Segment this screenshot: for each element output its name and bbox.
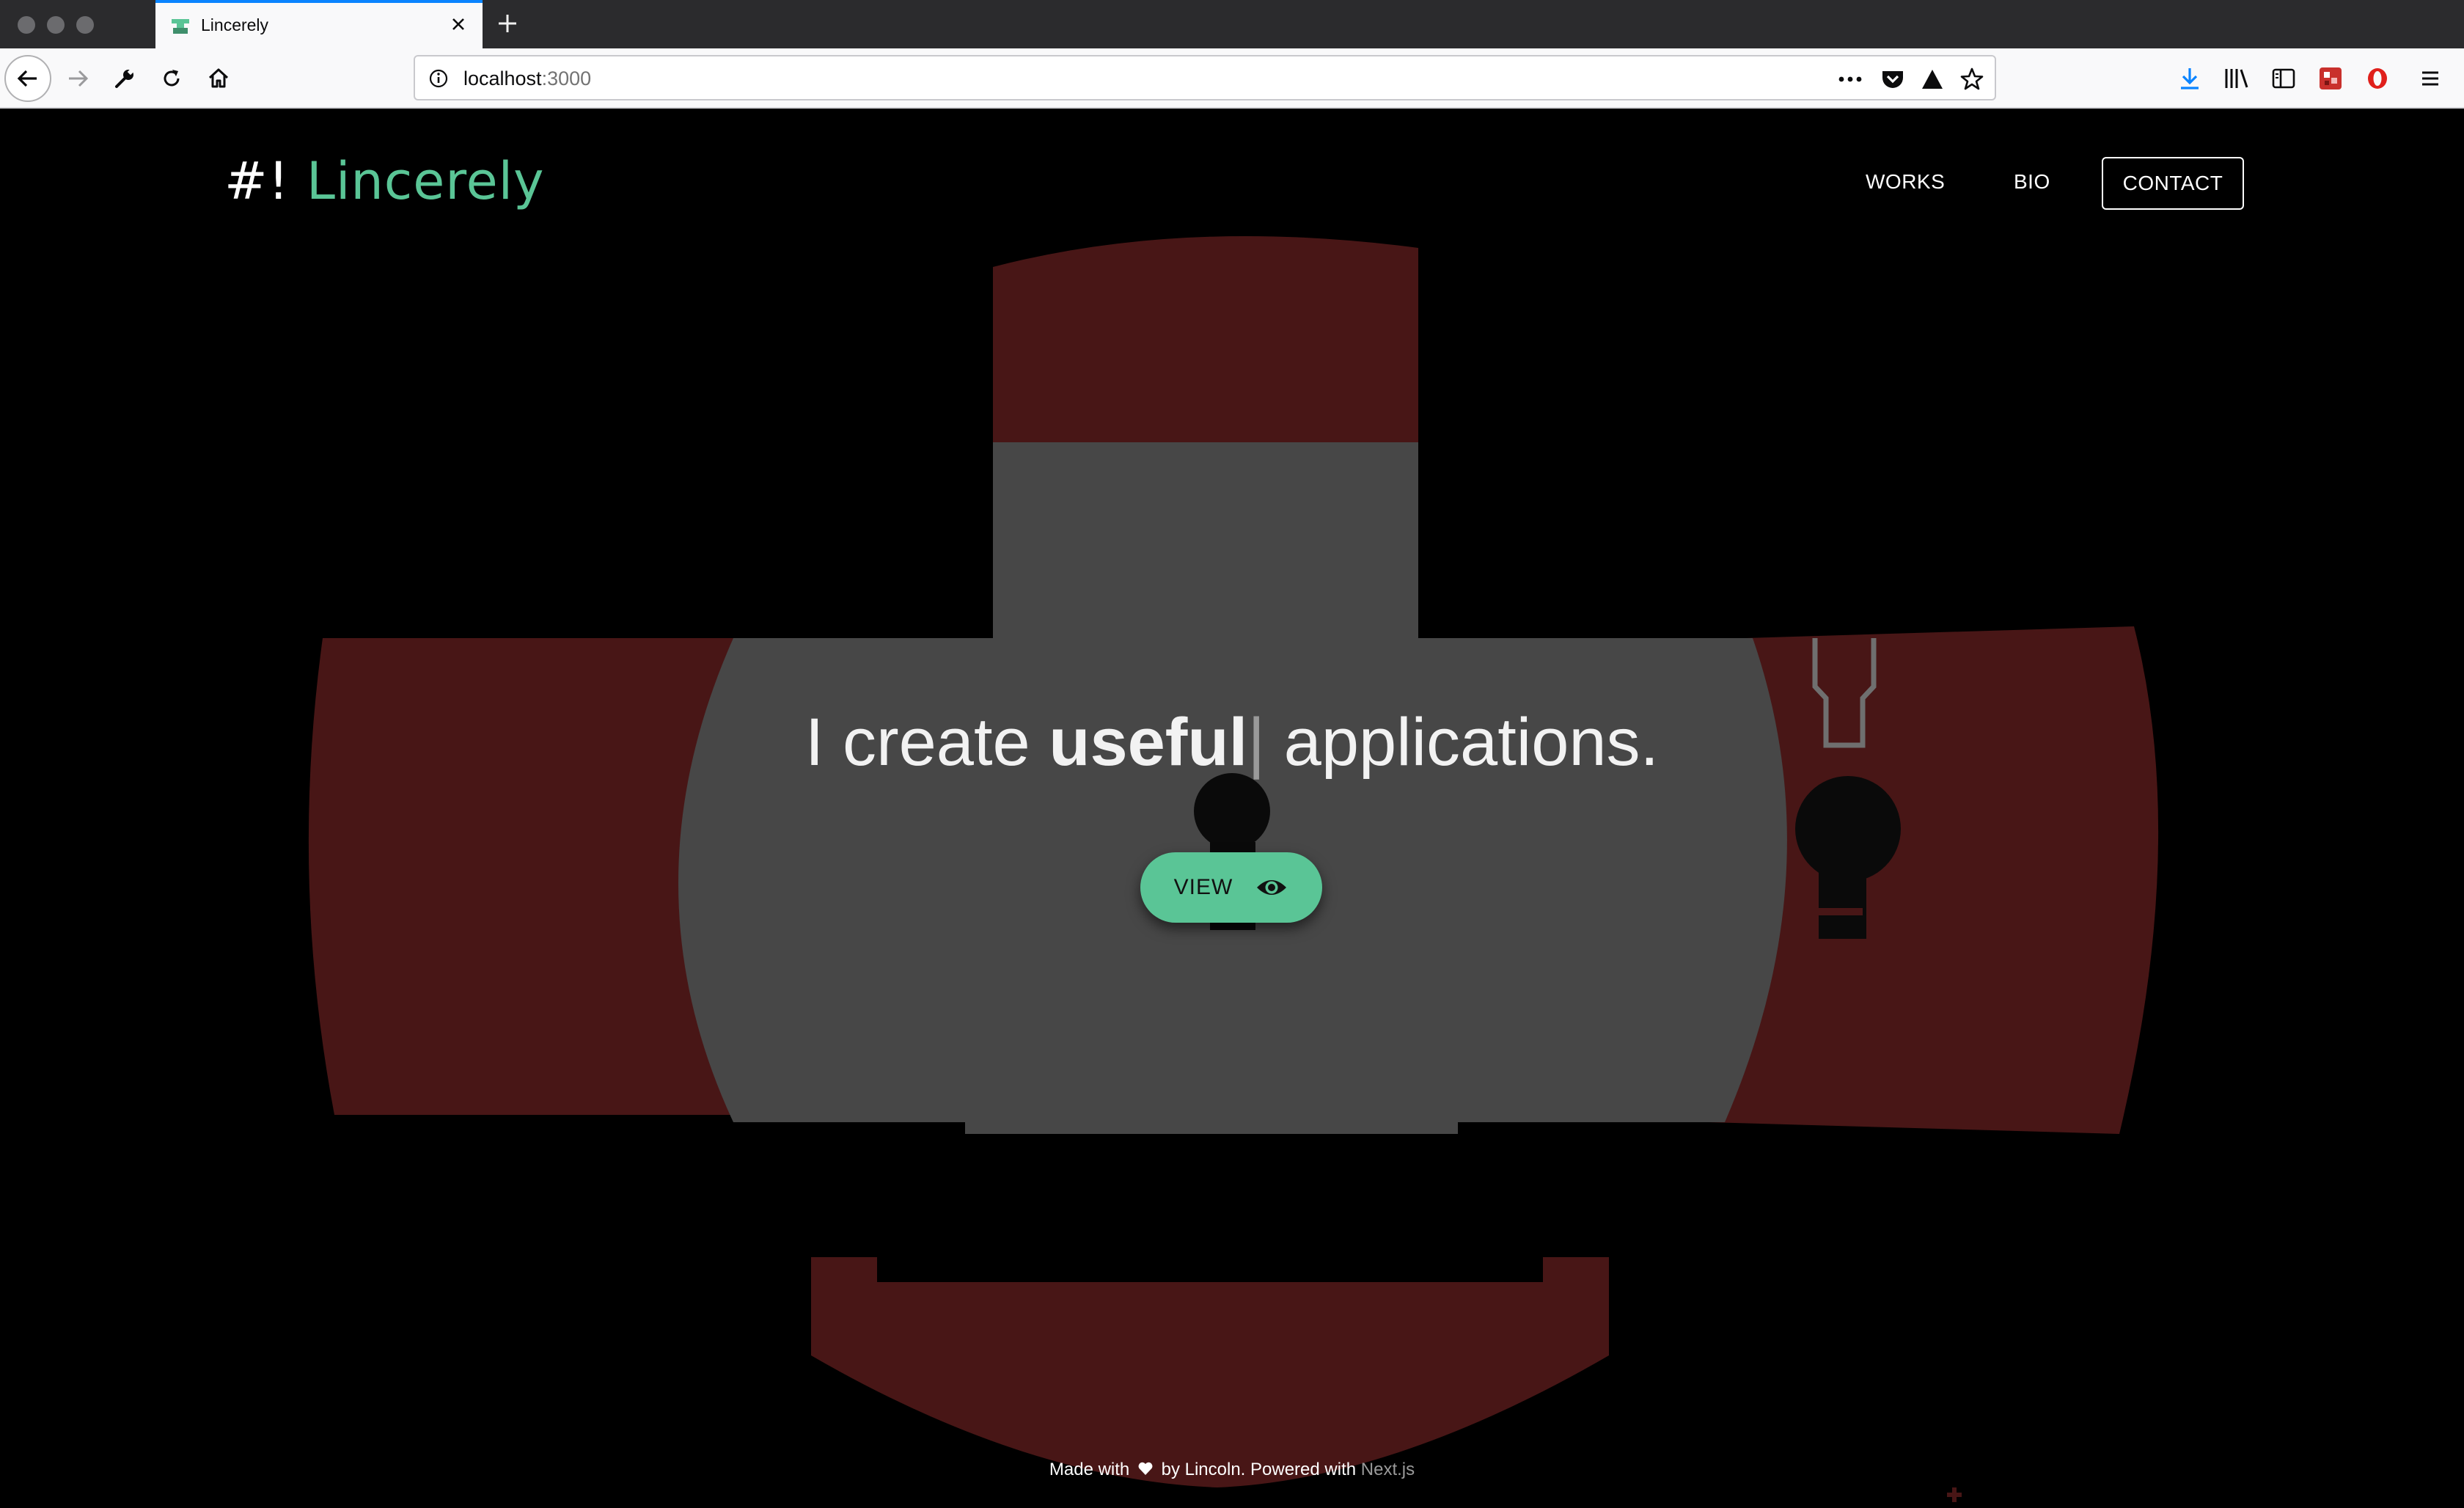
footer-made-with: Made with — [1049, 1460, 1130, 1479]
home-icon — [208, 68, 229, 88]
new-tab-icon[interactable] — [493, 9, 522, 38]
wrench-icon — [115, 68, 134, 88]
reload-button[interactable] — [154, 61, 189, 96]
reload-icon — [164, 70, 180, 87]
brand-name: Lincerely — [306, 151, 545, 211]
pocket-icon[interactable] — [1879, 65, 1907, 93]
extension-button[interactable] — [2313, 61, 2348, 96]
browser-toolbar: localhost:3000 — [0, 48, 2464, 109]
browser-titlebar: Lincerely — [0, 0, 2464, 48]
close-icon[interactable] — [447, 13, 469, 35]
library-button[interactable] — [2219, 61, 2254, 96]
menu-icon — [2422, 71, 2438, 86]
sidebar-button[interactable] — [2266, 61, 2301, 96]
sidebar-icon — [2272, 68, 2295, 89]
brand-prefix: #! — [224, 151, 290, 211]
window-zoom-dot[interactable] — [76, 16, 94, 34]
extension-icon — [2320, 67, 2342, 89]
browser-tab[interactable]: Lincerely — [155, 0, 483, 48]
hero-text-before: I create — [804, 705, 1049, 780]
window-close-dot[interactable] — [18, 16, 35, 34]
opera-icon — [2368, 68, 2387, 89]
view-button[interactable]: VIEW — [1140, 852, 1322, 923]
customize-button[interactable] — [107, 61, 142, 96]
forward-button[interactable] — [60, 61, 95, 96]
footer-credit: by Lincoln. Powered with — [1161, 1460, 1357, 1479]
hero-headline: I create useful| applications. — [0, 704, 2464, 781]
view-button-label: VIEW — [1173, 875, 1233, 899]
heart-icon — [1138, 1462, 1153, 1475]
download-icon — [2181, 68, 2199, 89]
forward-icon — [69, 70, 89, 87]
info-icon[interactable] — [427, 67, 450, 90]
tab-title: Lincerely — [201, 15, 269, 34]
favicon-icon — [172, 19, 189, 34]
nav-contact-button[interactable]: CONTACT — [2102, 157, 2244, 210]
more-icon[interactable] — [1836, 65, 1864, 93]
eye-icon — [1257, 880, 1287, 895]
typing-cursor: | — [1247, 705, 1266, 780]
library-icon — [2225, 69, 2248, 88]
home-button[interactable] — [201, 61, 236, 96]
opera-button[interactable] — [2360, 61, 2395, 96]
url-text[interactable]: localhost:3000 — [463, 67, 591, 90]
nav-link-bio[interactable]: BIO — [2014, 170, 2050, 194]
nav-link-works[interactable]: WORKS — [1866, 170, 1945, 194]
pixel-art-background — [308, 235, 2159, 1502]
triangle-icon[interactable] — [1918, 65, 1946, 93]
brand-logo[interactable]: #! Lincerely — [224, 155, 545, 207]
window-minimize-dot[interactable] — [47, 16, 65, 34]
bookmark-star-icon[interactable] — [1958, 65, 1986, 93]
menu-button[interactable] — [2413, 61, 2448, 96]
address-bar[interactable]: localhost:3000 — [414, 55, 1996, 100]
page-viewport: #! Lincerely WORKS BIO CONTACT I create … — [0, 109, 2464, 1508]
back-icon — [17, 70, 37, 87]
back-button[interactable] — [4, 55, 51, 102]
hero-text-after: applications. — [1265, 705, 1660, 780]
footer-nextjs-link[interactable]: Next.js — [1361, 1460, 1415, 1479]
hero-text-strong: useful — [1049, 705, 1248, 780]
download-button[interactable] — [2172, 61, 2207, 96]
footer: Made with by Lincoln. Powered with Next.… — [0, 1460, 2464, 1480]
